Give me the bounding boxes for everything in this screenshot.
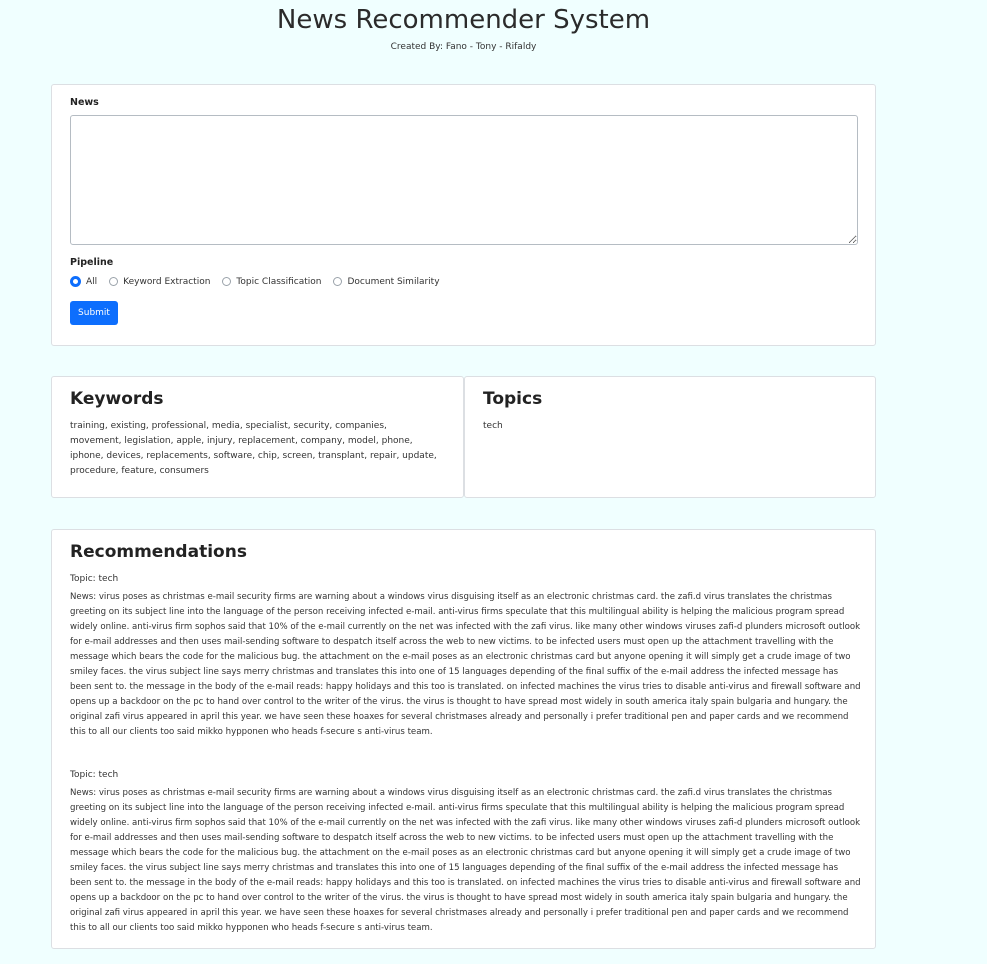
radio-circle-icon[interactable] [222, 277, 232, 286]
pipeline-option-keyword-extraction[interactable]: Keyword Extraction [109, 277, 210, 287]
topics-text: tech [483, 421, 503, 431]
recommendations-list: Topic: tech News: virus poses as christm… [70, 572, 862, 964]
pipeline-option-label: Document Similarity [347, 276, 440, 287]
topics-card: Topics tech [464, 376, 876, 498]
news-textarea[interactable] [70, 115, 858, 245]
submit-button[interactable]: Submit [70, 301, 118, 325]
topics-title: Topics [483, 389, 543, 409]
pipeline-radio-group: All Keyword Extraction Topic Classificat… [70, 276, 452, 287]
recommendation-news: News: virus poses as christmas e-mail se… [70, 592, 861, 737]
radio-circle-icon[interactable] [109, 277, 119, 286]
news-form-card: News Pipeline All Keyword Extraction Top… [51, 84, 876, 346]
recommendations-card: Recommendations Topic: tech News: virus … [51, 529, 876, 949]
keywords-title: Keywords [70, 389, 164, 409]
pipeline-label: Pipeline [70, 257, 114, 268]
recommendation-item: Topic: tech News: virus poses as christm… [70, 572, 862, 740]
recommendation-news: News: virus poses as christmas e-mail se… [70, 788, 861, 933]
keywords-card: Keywords training, existing, professiona… [51, 376, 464, 498]
pipeline-option-topic-classification[interactable]: Topic Classification [222, 277, 321, 287]
page-subtitle: Created By: Fano - Tony - Rifaldy [390, 42, 537, 52]
pipeline-option-label: Topic Classification [236, 276, 322, 287]
news-label: News [70, 97, 99, 108]
pipeline-option-label: All [86, 276, 98, 287]
recommendations-title: Recommendations [70, 542, 247, 562]
radio-circle-icon[interactable] [333, 277, 343, 286]
recommendation-topic: Topic: tech [70, 574, 119, 584]
keywords-text: training, existing, professional, media,… [70, 421, 437, 476]
pipeline-option-all[interactable]: All [70, 276, 97, 287]
radio-circle-icon[interactable] [70, 276, 81, 287]
pipeline-option-label: Keyword Extraction [123, 276, 211, 287]
recommendation-topic: Topic: tech [70, 770, 119, 780]
page-title: News Recommender System [276, 5, 651, 35]
pipeline-option-document-similarity[interactable]: Document Similarity [333, 276, 440, 287]
page-header: News Recommender System Created By: Fano… [0, 0, 927, 52]
recommendation-item: Topic: tech News: virus poses as christm… [70, 768, 862, 936]
